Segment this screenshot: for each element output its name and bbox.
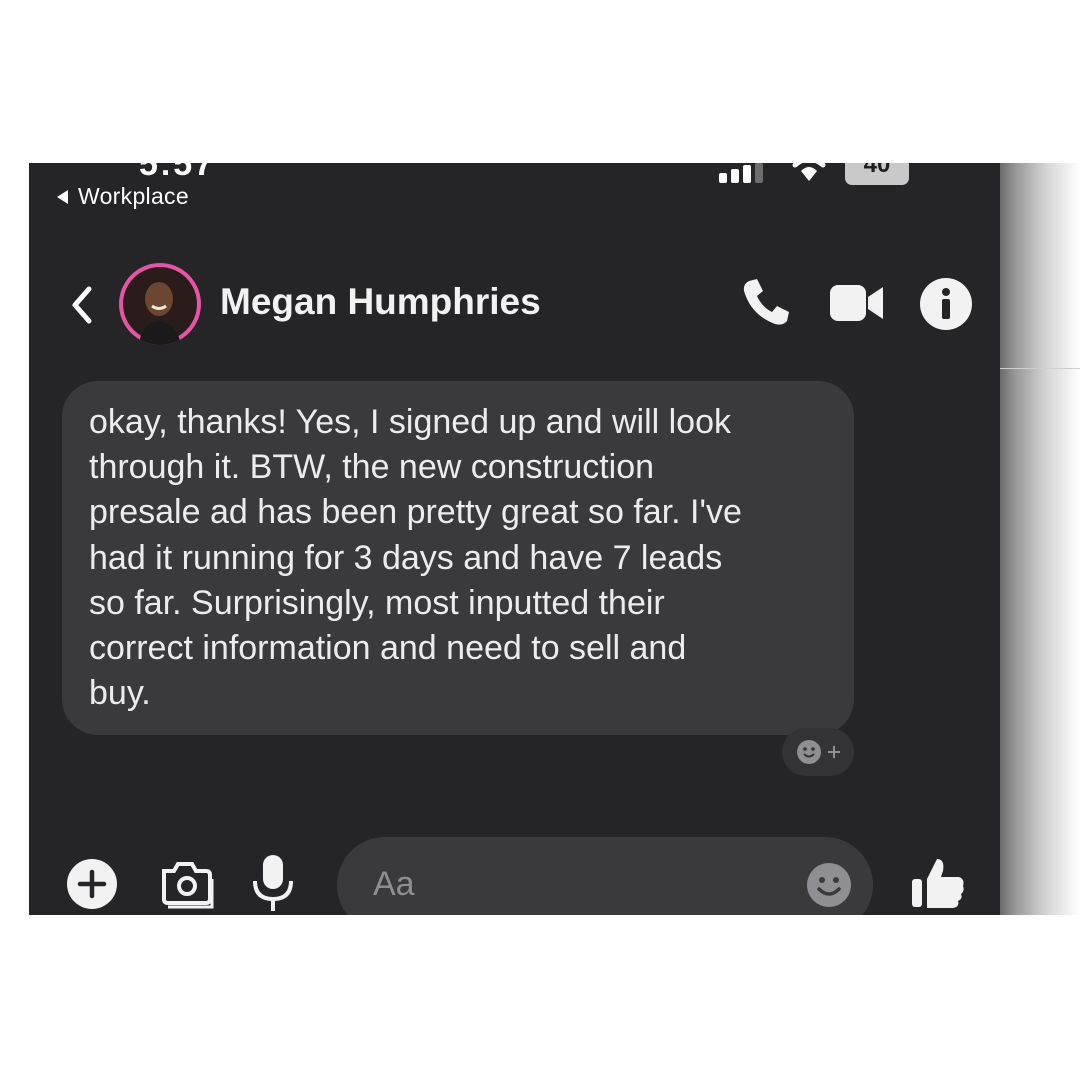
video-camera-icon[interactable] [829,281,885,325]
back-to-app-link[interactable]: Workplace [57,183,189,210]
camera-icon[interactable] [159,855,215,911]
status-time: 5:57 [139,163,216,183]
back-app-label: Workplace [78,183,189,209]
page-edge-line [1000,368,1080,369]
message-input-placeholder: Aa [373,865,415,903]
back-chevron-icon[interactable] [67,285,97,325]
back-triangle-icon [57,189,68,204]
phone-icon[interactable] [739,275,793,329]
avatar[interactable] [119,263,201,345]
page-edge-shadow [1000,163,1080,915]
plus-icon[interactable] [66,858,118,910]
message-text: okay, thanks! Yes, I signed up and will … [89,403,742,713]
thumbs-up-icon[interactable] [909,853,967,911]
message-input[interactable]: Aa [337,837,873,915]
message-bubble[interactable]: okay, thanks! Yes, I signed up and will … [62,381,854,735]
emoji-icon[interactable] [806,862,852,908]
add-reaction-button[interactable] [782,728,854,776]
messenger-screen: 5:57 40 Workplace Megan Humphries okay, … [29,163,1000,915]
info-icon[interactable] [919,277,973,331]
plus-small-icon [828,746,840,758]
wifi-icon [792,163,826,181]
battery-indicator: 40 [845,163,909,185]
conversation-header: Megan Humphries [29,261,1000,347]
avatar-portrait-icon [123,267,197,345]
contact-name[interactable]: Megan Humphries [220,281,541,323]
signal-icon [719,163,763,183]
battery-level: 40 [863,163,891,178]
microphone-icon[interactable] [251,853,295,913]
add-reaction-icon [797,740,821,764]
